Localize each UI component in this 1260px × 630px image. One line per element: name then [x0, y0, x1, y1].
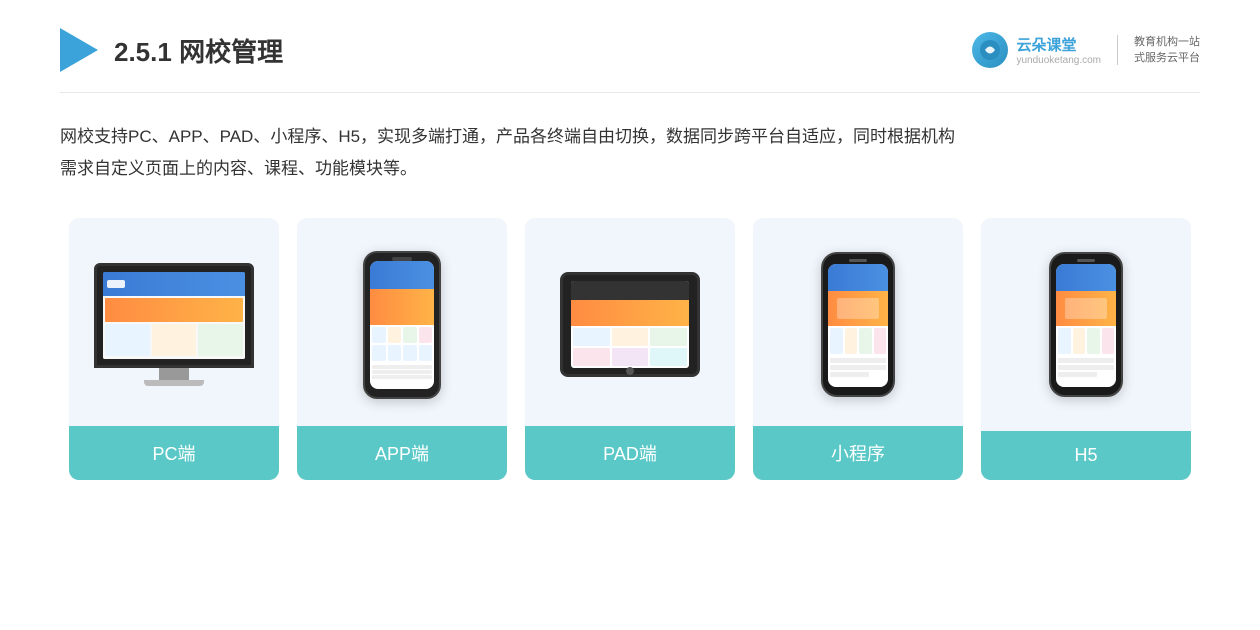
h5-phone-icon: [1049, 252, 1123, 397]
brand-icon: [972, 32, 1008, 68]
pc-monitor-icon: [94, 263, 254, 386]
page-title: 2.5.1 网校管理: [114, 32, 283, 69]
header: 2.5.1 网校管理 云朵课堂 yunduoketang.com 教育机构一站: [60, 0, 1200, 93]
card-h5-label: H5: [981, 431, 1191, 480]
logo-triangle-icon: [60, 28, 98, 72]
card-h5: H5: [981, 218, 1191, 480]
card-pc: PC端: [69, 218, 279, 480]
miniapp-device: [769, 240, 947, 410]
card-miniapp-label: 小程序: [753, 426, 963, 480]
card-pad: PAD端: [525, 218, 735, 480]
description-line2: 需求自定义页面上的内容、课程、功能模块等。: [60, 153, 1200, 185]
card-pc-label: PC端: [69, 426, 279, 480]
miniapp-phone-icon: [821, 252, 895, 397]
h5-device: [997, 240, 1175, 410]
description-line1: 网校支持PC、APP、PAD、小程序、H5，实现多端打通，产品各终端自由切换，数…: [60, 121, 1200, 153]
brand-slogan: 教育机构一站 式服务云平台: [1134, 34, 1200, 67]
header-left: 2.5.1 网校管理: [60, 28, 283, 72]
brand-info: 云朵课堂 yunduoketang.com: [1016, 34, 1101, 66]
card-pad-label: PAD端: [525, 426, 735, 480]
app-device: [313, 240, 491, 410]
cards-section: PC端: [60, 218, 1200, 480]
card-app-label: APP端: [297, 426, 507, 480]
description: 网校支持PC、APP、PAD、小程序、H5，实现多端打通，产品各终端自由切换，数…: [60, 121, 1200, 186]
header-right: 云朵课堂 yunduoketang.com 教育机构一站 式服务云平台: [972, 32, 1200, 68]
card-app: APP端: [297, 218, 507, 480]
brand-name: 云朵课堂: [1016, 34, 1076, 55]
app-phone-icon: [363, 251, 441, 399]
brand-url: yunduoketang.com: [1016, 55, 1101, 66]
page: 2.5.1 网校管理 云朵课堂 yunduoketang.com 教育机构一站: [0, 0, 1260, 630]
pad-device: [541, 240, 719, 410]
pad-tablet-icon: [560, 272, 700, 377]
card-miniapp: 小程序: [753, 218, 963, 480]
brand-logo: 云朵课堂 yunduoketang.com: [972, 32, 1101, 68]
header-divider: [1117, 35, 1118, 65]
pc-device: [85, 240, 263, 410]
